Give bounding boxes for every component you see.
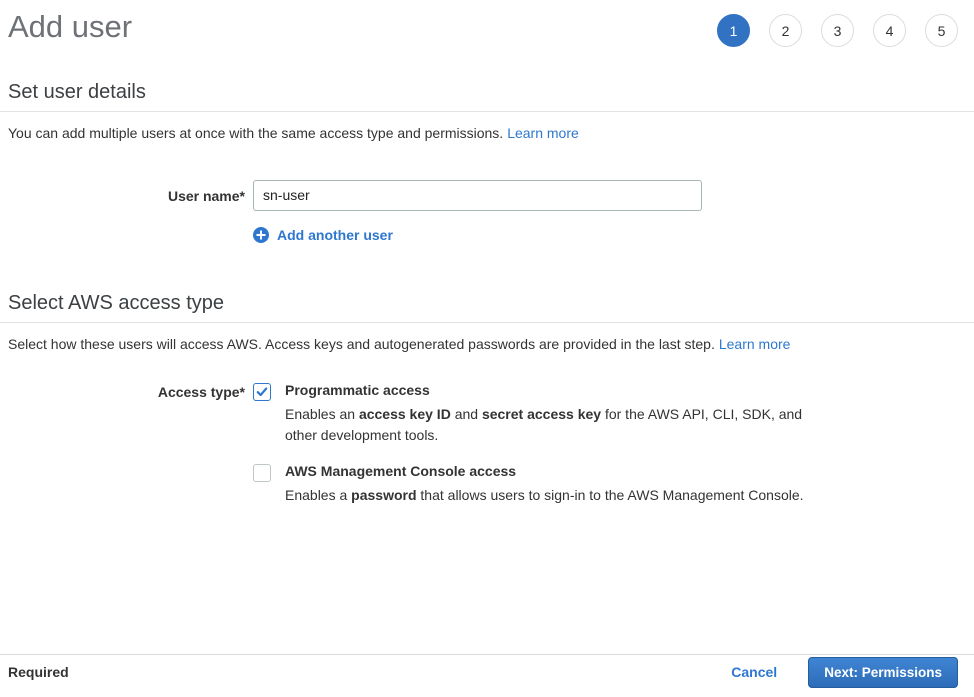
add-user-page: Add user 1 2 3 4 5 Set user details You … (0, 0, 974, 697)
access-type-options: Programmatic access Enables an access ke… (253, 382, 974, 506)
programmatic-access-checkbox[interactable] (253, 383, 271, 401)
step-indicator-3: 3 (821, 14, 854, 47)
access-type-intro: Select how these users will access AWS. … (8, 335, 974, 354)
username-row: User name* (0, 180, 974, 211)
plus-circle-icon (253, 227, 269, 243)
add-another-row: Add another user (0, 227, 974, 243)
learn-more-link-user-details[interactable]: Learn more (507, 125, 579, 141)
console-access-checkbox[interactable] (253, 464, 271, 482)
console-access-description: Enables a password that allows users to … (285, 485, 804, 506)
access-type-intro-text: Select how these users will access AWS. … (8, 336, 715, 352)
option-console-access: AWS Management Console access Enables a … (253, 463, 974, 506)
wizard-footer: Required Cancel Next: Permissions (0, 654, 974, 697)
console-access-title: AWS Management Console access (285, 463, 804, 479)
username-field-wrap (253, 180, 974, 211)
user-details-intro: You can add multiple users at once with … (8, 124, 974, 143)
username-label: User name* (0, 180, 245, 211)
step-indicator-1: 1 (717, 14, 750, 47)
username-input[interactable] (253, 180, 702, 211)
add-another-user-button[interactable]: Add another user (253, 227, 974, 243)
step-indicator-2: 2 (769, 14, 802, 47)
section-heading-access-type: Select AWS access type (0, 292, 974, 323)
cancel-button[interactable]: Cancel (731, 664, 777, 680)
required-label: Required (8, 664, 69, 680)
learn-more-link-access-type[interactable]: Learn more (719, 336, 791, 352)
option-content: AWS Management Console access Enables a … (285, 463, 804, 506)
next-permissions-button[interactable]: Next: Permissions (808, 657, 958, 688)
section-heading-user-details: Set user details (0, 81, 974, 112)
option-programmatic-access: Programmatic access Enables an access ke… (253, 382, 974, 446)
access-type-row: Access type* Programmatic access Enables… (0, 382, 974, 506)
step-indicator-4: 4 (873, 14, 906, 47)
page-title: Add user (8, 11, 132, 44)
access-type-label: Access type* (0, 382, 245, 506)
add-another-user-label: Add another user (277, 227, 393, 243)
programmatic-access-title: Programmatic access (285, 382, 807, 398)
page-header: Add user 1 2 3 4 5 (0, 0, 974, 47)
option-content: Programmatic access Enables an access ke… (285, 382, 807, 446)
programmatic-access-description: Enables an access key ID and secret acce… (285, 404, 807, 446)
step-indicator-5: 5 (925, 14, 958, 47)
wizard-step-indicator: 1 2 3 4 5 (717, 11, 958, 47)
checkmark-icon (256, 386, 268, 398)
user-details-intro-text: You can add multiple users at once with … (8, 125, 503, 141)
